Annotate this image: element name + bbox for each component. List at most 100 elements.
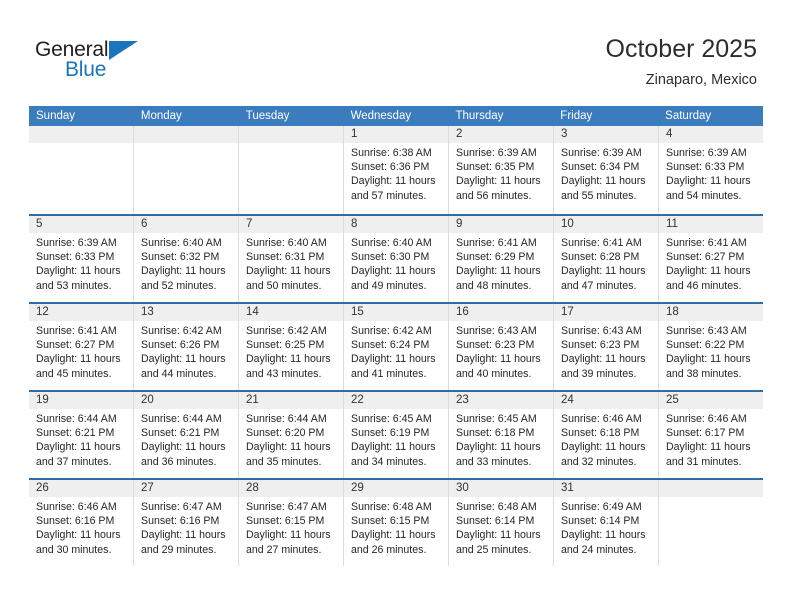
day-number-band: 28 bbox=[239, 480, 343, 497]
weekday-header-friday: Friday bbox=[560, 110, 593, 122]
day-detail: Sunrise: 6:40 AM Sunset: 6:30 PM Daylight:… bbox=[344, 233, 448, 293]
calendar-day-cell[interactable]: 4 Sunrise: 6:39 AM Sunset: 6:33 PM Daylight… bbox=[659, 126, 763, 214]
daylight-duration-line1: Daylight: 11 hours bbox=[561, 353, 646, 366]
sunset-time: Sunset: 6:24 PM bbox=[351, 339, 430, 352]
calendar-day-cell[interactable]: 15 Sunrise: 6:42 AM Sunset: 6:24 PM Dayligh… bbox=[344, 304, 449, 390]
weekday-header-thursday: Thursday bbox=[455, 110, 504, 122]
day-number-band: 30 bbox=[449, 480, 553, 497]
calendar-day-cell[interactable]: 8 Sunrise: 6:40 AM Sunset: 6:30 PM Daylight… bbox=[344, 216, 449, 302]
sunrise-time: Sunrise: 6:41 AM bbox=[456, 237, 537, 249]
calendar-day-cell[interactable]: 29 Sunrise: 6:48 AM Sunset: 6:15 PM Dayligh… bbox=[344, 480, 449, 566]
daylight-duration-line1: Daylight: 11 hours bbox=[561, 175, 646, 188]
sunset-time: Sunset: 6:15 PM bbox=[351, 515, 430, 528]
day-detail: Sunrise: 6:46 AM Sunset: 6:17 PM Daylight:… bbox=[659, 409, 763, 469]
day-number: 5 bbox=[36, 218, 43, 230]
daylight-duration-line1: Daylight: 11 hours bbox=[351, 265, 436, 278]
daylight-duration-line1: Daylight: 11 hours bbox=[246, 353, 331, 366]
calendar-day-cell[interactable]: 14 Sunrise: 6:42 AM Sunset: 6:25 PM Dayligh… bbox=[239, 304, 344, 390]
calendar-grid: Sunday Monday Tuesday Wednesday Thursday… bbox=[29, 106, 763, 566]
daylight-duration-line2: and 54 minutes. bbox=[666, 189, 742, 202]
day-number-band: 27 bbox=[134, 480, 238, 497]
day-number: 21 bbox=[246, 394, 259, 406]
calendar-day-cell[interactable]: 12 Sunrise: 6:41 AM Sunset: 6:27 PM Dayligh… bbox=[29, 304, 134, 390]
calendar-day-cell[interactable]: 5 Sunrise: 6:39 AM Sunset: 6:33 PM Daylight… bbox=[29, 216, 134, 302]
daylight-duration-line1: Daylight: 11 hours bbox=[456, 441, 541, 454]
calendar-day-cell[interactable]: 6 Sunrise: 6:40 AM Sunset: 6:32 PM Daylight… bbox=[134, 216, 239, 302]
calendar-day-cell[interactable]: 28 Sunrise: 6:47 AM Sunset: 6:15 PM Dayligh… bbox=[239, 480, 344, 566]
calendar-day-cell[interactable]: 31 Sunrise: 6:49 AM Sunset: 6:14 PM Dayligh… bbox=[554, 480, 659, 566]
weekday-header-sunday: Sunday bbox=[36, 110, 76, 122]
sunset-time: Sunset: 6:33 PM bbox=[666, 161, 745, 174]
daylight-duration-line1: Daylight: 11 hours bbox=[246, 265, 331, 278]
weekday-header-row: Sunday Monday Tuesday Wednesday Thursday… bbox=[29, 106, 763, 126]
day-number: 30 bbox=[456, 482, 469, 494]
daylight-duration-line1: Daylight: 11 hours bbox=[141, 265, 226, 278]
day-detail: Sunrise: 6:48 AM Sunset: 6:15 PM Daylight:… bbox=[344, 497, 448, 557]
daylight-duration-line1: Daylight: 11 hours bbox=[456, 353, 541, 366]
calendar-day-cell[interactable]: 7 Sunrise: 6:40 AM Sunset: 6:31 PM Daylight… bbox=[239, 216, 344, 302]
daylight-duration-line2: and 44 minutes. bbox=[141, 367, 217, 380]
calendar-day-cell[interactable]: 1 Sunrise: 6:38 AM Sunset: 6:36 PM Daylight… bbox=[344, 126, 449, 214]
daylight-duration-line2: and 52 minutes. bbox=[141, 279, 217, 292]
calendar-day-cell[interactable]: 30 Sunrise: 6:48 AM Sunset: 6:14 PM Dayligh… bbox=[449, 480, 554, 566]
sunrise-time: Sunrise: 6:44 AM bbox=[246, 413, 327, 425]
day-number-band: 20 bbox=[134, 392, 238, 409]
calendar-day-cell[interactable]: 23 Sunrise: 6:45 AM Sunset: 6:18 PM Dayligh… bbox=[449, 392, 554, 478]
daylight-duration-line2: and 24 minutes. bbox=[561, 543, 637, 556]
calendar-day-cell[interactable]: 3 Sunrise: 6:39 AM Sunset: 6:34 PM Daylight… bbox=[554, 126, 659, 214]
calendar-day-cell[interactable]: 20 Sunrise: 6:44 AM Sunset: 6:21 PM Dayligh… bbox=[134, 392, 239, 478]
day-detail: Sunrise: 6:49 AM Sunset: 6:14 PM Daylight:… bbox=[554, 497, 658, 557]
sunset-time: Sunset: 6:15 PM bbox=[246, 515, 325, 528]
day-number-band: 19 bbox=[29, 392, 133, 409]
sunrise-time: Sunrise: 6:44 AM bbox=[36, 413, 117, 425]
calendar-day-cell[interactable]: 17 Sunrise: 6:43 AM Sunset: 6:23 PM Dayligh… bbox=[554, 304, 659, 390]
daylight-duration-line1: Daylight: 11 hours bbox=[456, 265, 541, 278]
daylight-duration-line2: and 38 minutes. bbox=[666, 367, 742, 380]
calendar-day-cell[interactable]: 9 Sunrise: 6:41 AM Sunset: 6:29 PM Daylight… bbox=[449, 216, 554, 302]
day-number: 16 bbox=[456, 306, 469, 318]
calendar-day-cell[interactable]: 13 Sunrise: 6:42 AM Sunset: 6:26 PM Dayligh… bbox=[134, 304, 239, 390]
calendar-day-cell[interactable]: 26 Sunrise: 6:46 AM Sunset: 6:16 PM Dayligh… bbox=[29, 480, 134, 566]
sunset-time: Sunset: 6:23 PM bbox=[561, 339, 640, 352]
day-number: 25 bbox=[666, 394, 679, 406]
day-number: 7 bbox=[246, 218, 253, 230]
calendar-day-cell[interactable]: 18 Sunrise: 6:43 AM Sunset: 6:22 PM Dayligh… bbox=[659, 304, 763, 390]
day-detail: Sunrise: 6:42 AM Sunset: 6:24 PM Daylight:… bbox=[344, 321, 448, 381]
calendar-day-cell[interactable]: 11 Sunrise: 6:41 AM Sunset: 6:27 PM Dayligh… bbox=[659, 216, 763, 302]
calendar-day-cell[interactable]: 19 Sunrise: 6:44 AM Sunset: 6:21 PM Dayligh… bbox=[29, 392, 134, 478]
daylight-duration-line2: and 32 minutes. bbox=[561, 455, 637, 468]
sunset-time: Sunset: 6:36 PM bbox=[351, 161, 430, 174]
daylight-duration-line2: and 36 minutes. bbox=[141, 455, 217, 468]
sunset-time: Sunset: 6:28 PM bbox=[561, 251, 640, 264]
day-number: 15 bbox=[351, 306, 364, 318]
daylight-duration-line2: and 30 minutes. bbox=[36, 543, 112, 556]
calendar-day-cell[interactable]: 24 Sunrise: 6:46 AM Sunset: 6:18 PM Dayligh… bbox=[554, 392, 659, 478]
daylight-duration-line1: Daylight: 11 hours bbox=[141, 353, 226, 366]
day-detail: Sunrise: 6:44 AM Sunset: 6:20 PM Daylight:… bbox=[239, 409, 343, 469]
daylight-duration-line2: and 33 minutes. bbox=[456, 455, 532, 468]
daylight-duration-line1: Daylight: 11 hours bbox=[351, 441, 436, 454]
sunrise-time: Sunrise: 6:40 AM bbox=[351, 237, 432, 249]
calendar-day-cell[interactable]: 16 Sunrise: 6:43 AM Sunset: 6:23 PM Dayligh… bbox=[449, 304, 554, 390]
daylight-duration-line1: Daylight: 11 hours bbox=[351, 353, 436, 366]
day-number-band bbox=[239, 126, 343, 143]
day-number-band: 31 bbox=[554, 480, 658, 497]
day-detail: Sunrise: 6:42 AM Sunset: 6:26 PM Daylight:… bbox=[134, 321, 238, 381]
calendar-day-cell[interactable]: 2 Sunrise: 6:39 AM Sunset: 6:35 PM Daylight… bbox=[449, 126, 554, 214]
calendar-day-cell[interactable]: 27 Sunrise: 6:47 AM Sunset: 6:16 PM Dayligh… bbox=[134, 480, 239, 566]
calendar-day-cell[interactable]: 10 Sunrise: 6:41 AM Sunset: 6:28 PM Dayligh… bbox=[554, 216, 659, 302]
day-detail: Sunrise: 6:42 AM Sunset: 6:25 PM Daylight:… bbox=[239, 321, 343, 381]
sunrise-time: Sunrise: 6:42 AM bbox=[246, 325, 327, 337]
weekday-header-tuesday: Tuesday bbox=[245, 110, 290, 122]
day-detail: Sunrise: 6:41 AM Sunset: 6:27 PM Daylight:… bbox=[29, 321, 133, 381]
day-number: 31 bbox=[561, 482, 574, 494]
sunset-time: Sunset: 6:18 PM bbox=[561, 427, 640, 440]
calendar-day-cell[interactable]: 22 Sunrise: 6:45 AM Sunset: 6:19 PM Dayligh… bbox=[344, 392, 449, 478]
day-number: 6 bbox=[141, 218, 148, 230]
daylight-duration-line1: Daylight: 11 hours bbox=[456, 175, 541, 188]
calendar-day-cell[interactable]: 25 Sunrise: 6:46 AM Sunset: 6:17 PM Dayligh… bbox=[659, 392, 763, 478]
day-number-band: 23 bbox=[449, 392, 553, 409]
calendar-day-cell[interactable]: 21 Sunrise: 6:44 AM Sunset: 6:20 PM Dayligh… bbox=[239, 392, 344, 478]
sunrise-time: Sunrise: 6:39 AM bbox=[561, 147, 642, 159]
daylight-duration-line1: Daylight: 11 hours bbox=[666, 175, 751, 188]
